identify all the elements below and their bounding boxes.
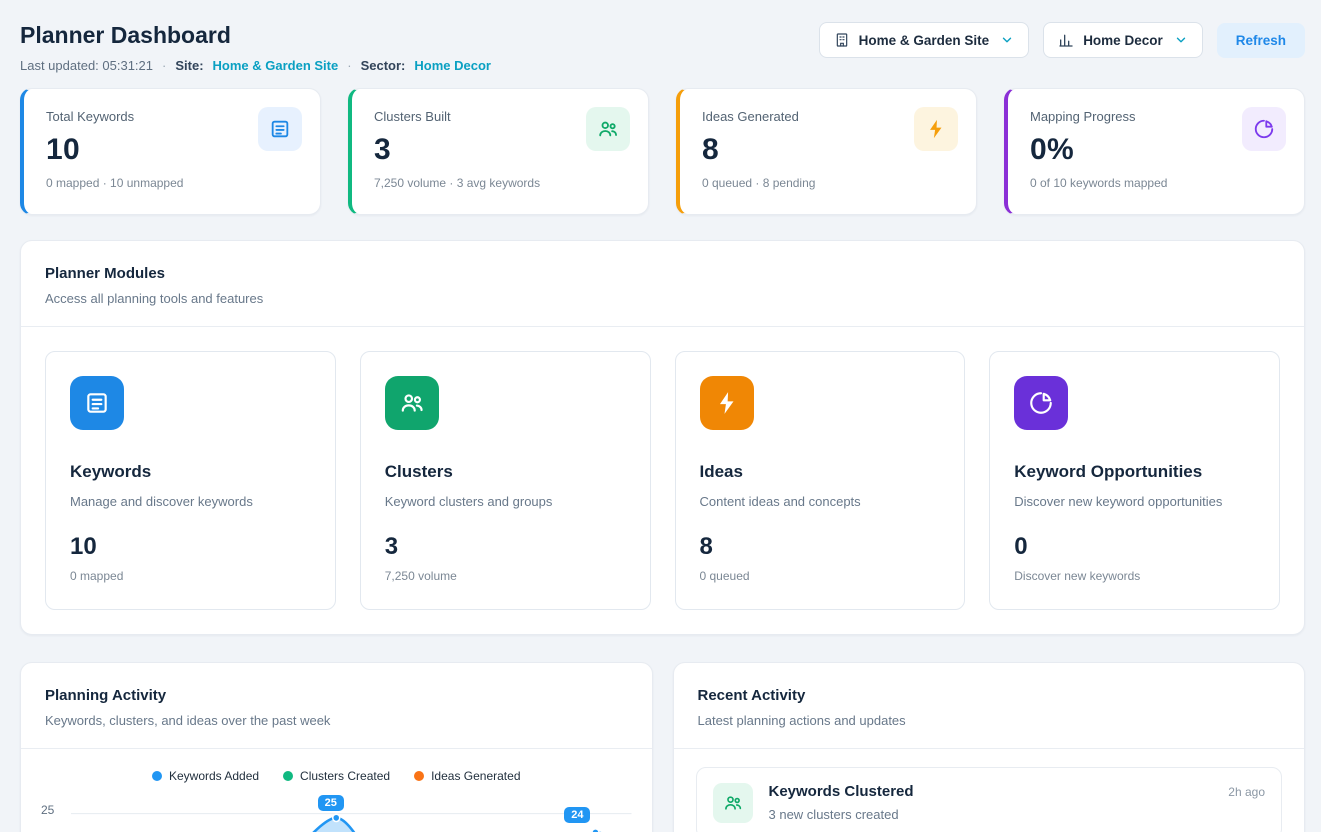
module-description: Manage and discover keywords bbox=[70, 494, 311, 509]
stats-row: Total Keywords 10 0 mapped · 10 unmapped… bbox=[20, 88, 1305, 215]
module-card-ideas[interactable]: Ideas Content ideas and concepts 8 0 que… bbox=[675, 351, 966, 610]
header-left: Planner Dashboard Last updated: 05:31:21… bbox=[20, 22, 491, 73]
planner-dashboard-page: Planner Dashboard Last updated: 05:31:21… bbox=[0, 0, 1321, 832]
document-icon bbox=[258, 107, 302, 151]
modules-subtitle: Access all planning tools and features bbox=[45, 291, 1280, 306]
stat-card-mapping-progress: Mapping Progress 0% 0 of 10 keywords map… bbox=[1004, 88, 1305, 215]
y-axis-tick: 25 bbox=[41, 803, 54, 817]
legend-label: Ideas Generated bbox=[431, 769, 520, 783]
chart-plot-area: 25 24 bbox=[71, 799, 632, 832]
chevron-down-icon bbox=[1000, 33, 1014, 47]
meta-separator: · bbox=[162, 58, 166, 73]
chart-legend: Keywords Added Clusters Created Ideas Ge… bbox=[21, 749, 652, 791]
module-description: Keyword clusters and groups bbox=[385, 494, 626, 509]
stat-subtext: 0 queued · 8 pending bbox=[702, 176, 954, 190]
stat-card-total-keywords: Total Keywords 10 0 mapped · 10 unmapped bbox=[20, 88, 321, 215]
site-dropdown[interactable]: Home & Garden Site bbox=[819, 22, 1030, 58]
module-subtext: 0 mapped bbox=[70, 569, 311, 583]
people-icon bbox=[586, 107, 630, 151]
module-card-keyword-opportunities[interactable]: Keyword Opportunities Discover new keywo… bbox=[989, 351, 1280, 610]
building-icon bbox=[834, 32, 850, 48]
planning-activity-card: Planning Activity Keywords, clusters, an… bbox=[20, 662, 653, 832]
legend-dot-green bbox=[283, 771, 293, 781]
lightning-icon bbox=[914, 107, 958, 151]
bottom-row: Planning Activity Keywords, clusters, an… bbox=[20, 662, 1305, 832]
people-icon bbox=[385, 376, 439, 430]
activity-description: 3 new clusters created bbox=[769, 807, 1213, 822]
meta-row: Last updated: 05:31:21 · Site: Home & Ga… bbox=[20, 58, 491, 73]
meta-separator: · bbox=[347, 58, 351, 73]
activity-body: Keywords Clustered 3 new clusters create… bbox=[769, 783, 1213, 822]
lightning-icon bbox=[700, 376, 754, 430]
modules-title: Planner Modules bbox=[45, 265, 1280, 282]
activity-timestamp: 2h ago bbox=[1228, 785, 1265, 799]
recent-activity-subtitle: Latest planning actions and updates bbox=[698, 713, 1281, 728]
module-title: Clusters bbox=[385, 462, 626, 482]
chevron-down-icon bbox=[1174, 33, 1188, 47]
sector-label: Sector: bbox=[361, 58, 406, 73]
planning-activity-header: Planning Activity Keywords, clusters, an… bbox=[21, 663, 652, 748]
stat-subtext: 0 mapped · 10 unmapped bbox=[46, 176, 298, 190]
site-dropdown-value: Home & Garden Site bbox=[859, 33, 990, 48]
activity-item-keywords-clustered[interactable]: Keywords Clustered 3 new clusters create… bbox=[696, 767, 1283, 832]
module-description: Discover new keyword opportunities bbox=[1014, 494, 1255, 509]
module-title: Keyword Opportunities bbox=[1014, 462, 1255, 482]
module-value: 10 bbox=[70, 533, 311, 561]
module-card-keywords[interactable]: Keywords Manage and discover keywords 10… bbox=[45, 351, 336, 610]
recent-activity-title: Recent Activity bbox=[698, 687, 1281, 704]
legend-dot-blue bbox=[152, 771, 162, 781]
module-title: Keywords bbox=[70, 462, 311, 482]
legend-item-ideas-generated: Ideas Generated bbox=[414, 769, 520, 783]
last-updated-text: Last updated: 05:31:21 bbox=[20, 58, 153, 73]
module-subtext: 7,250 volume bbox=[385, 569, 626, 583]
activity-area-chart: 25 25 24 bbox=[37, 799, 636, 832]
activity-title: Keywords Clustered bbox=[769, 783, 1213, 800]
legend-dot-orange bbox=[414, 771, 424, 781]
area-chart-svg bbox=[71, 799, 632, 832]
page-title: Planner Dashboard bbox=[20, 22, 491, 49]
document-icon bbox=[70, 376, 124, 430]
module-value: 0 bbox=[1014, 533, 1255, 561]
stat-card-ideas-generated: Ideas Generated 8 0 queued · 8 pending bbox=[676, 88, 977, 215]
modules-header: Planner Modules Access all planning tool… bbox=[21, 241, 1304, 326]
header-controls: Home & Garden Site Home Decor bbox=[819, 22, 1305, 58]
modules-grid: Keywords Manage and discover keywords 10… bbox=[21, 327, 1304, 634]
pie-chart-icon bbox=[1242, 107, 1286, 151]
module-subtext: Discover new keywords bbox=[1014, 569, 1255, 583]
legend-label: Keywords Added bbox=[169, 769, 259, 783]
planning-activity-subtitle: Keywords, clusters, and ideas over the p… bbox=[45, 713, 628, 728]
data-point-label: 24 bbox=[564, 807, 590, 823]
sector-link[interactable]: Home Decor bbox=[414, 58, 491, 73]
site-link[interactable]: Home & Garden Site bbox=[213, 58, 339, 73]
module-title: Ideas bbox=[700, 462, 941, 482]
site-label: Site: bbox=[175, 58, 203, 73]
sector-dropdown-value: Home Decor bbox=[1083, 33, 1163, 48]
activity-list: Keywords Clustered 3 new clusters create… bbox=[674, 749, 1305, 832]
bar-chart-icon bbox=[1058, 32, 1074, 48]
sector-dropdown[interactable]: Home Decor bbox=[1043, 22, 1203, 58]
stat-subtext: 7,250 volume · 3 avg keywords bbox=[374, 176, 626, 190]
stat-subtext: 0 of 10 keywords mapped bbox=[1030, 176, 1282, 190]
planner-modules-section: Planner Modules Access all planning tool… bbox=[20, 240, 1305, 635]
legend-item-keywords-added: Keywords Added bbox=[152, 769, 259, 783]
data-point-label: 25 bbox=[318, 795, 344, 811]
recent-activity-card: Recent Activity Latest planning actions … bbox=[673, 662, 1306, 832]
recent-activity-header: Recent Activity Latest planning actions … bbox=[674, 663, 1305, 748]
module-value: 8 bbox=[700, 533, 941, 561]
module-value: 3 bbox=[385, 533, 626, 561]
legend-item-clusters-created: Clusters Created bbox=[283, 769, 390, 783]
legend-label: Clusters Created bbox=[300, 769, 390, 783]
pie-chart-icon bbox=[1014, 376, 1068, 430]
module-description: Content ideas and concepts bbox=[700, 494, 941, 509]
planning-activity-title: Planning Activity bbox=[45, 687, 628, 704]
module-subtext: 0 queued bbox=[700, 569, 941, 583]
stat-card-clusters-built: Clusters Built 3 7,250 volume · 3 avg ke… bbox=[348, 88, 649, 215]
refresh-button[interactable]: Refresh bbox=[1217, 23, 1305, 58]
people-icon bbox=[713, 783, 753, 823]
page-header: Planner Dashboard Last updated: 05:31:21… bbox=[20, 22, 1305, 73]
module-card-clusters[interactable]: Clusters Keyword clusters and groups 3 7… bbox=[360, 351, 651, 610]
